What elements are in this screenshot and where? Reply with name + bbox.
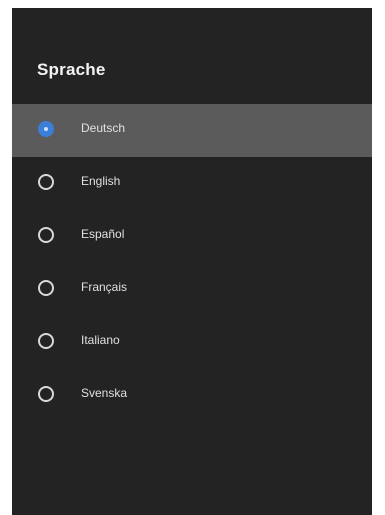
language-label: Français	[81, 280, 128, 294]
language-option-espanol[interactable]: Español	[12, 210, 372, 263]
language-panel: Sprache Deutsch English Español Français…	[12, 8, 372, 515]
language-option-deutsch[interactable]: Deutsch	[12, 104, 372, 157]
language-label: Español	[81, 227, 125, 241]
language-label: Deutsch	[81, 121, 126, 135]
language-label: English	[81, 174, 121, 188]
language-option-italiano[interactable]: Italiano	[12, 316, 372, 369]
panel-title: Sprache	[37, 60, 106, 79]
radio-unchecked-icon[interactable]	[38, 227, 54, 243]
language-label: Italiano	[81, 333, 120, 347]
language-option-francais[interactable]: Français	[12, 263, 372, 316]
language-list: Deutsch English Español Français Italian…	[12, 104, 372, 422]
language-option-svenska[interactable]: Svenska	[12, 369, 372, 422]
radio-unchecked-icon[interactable]	[38, 333, 54, 349]
radio-unchecked-icon[interactable]	[38, 174, 54, 190]
radio-unchecked-icon[interactable]	[38, 280, 54, 296]
language-label: Svenska	[81, 386, 128, 400]
language-option-english[interactable]: English	[12, 157, 372, 210]
radio-checked-icon[interactable]	[38, 121, 54, 137]
radio-unchecked-icon[interactable]	[38, 386, 54, 402]
